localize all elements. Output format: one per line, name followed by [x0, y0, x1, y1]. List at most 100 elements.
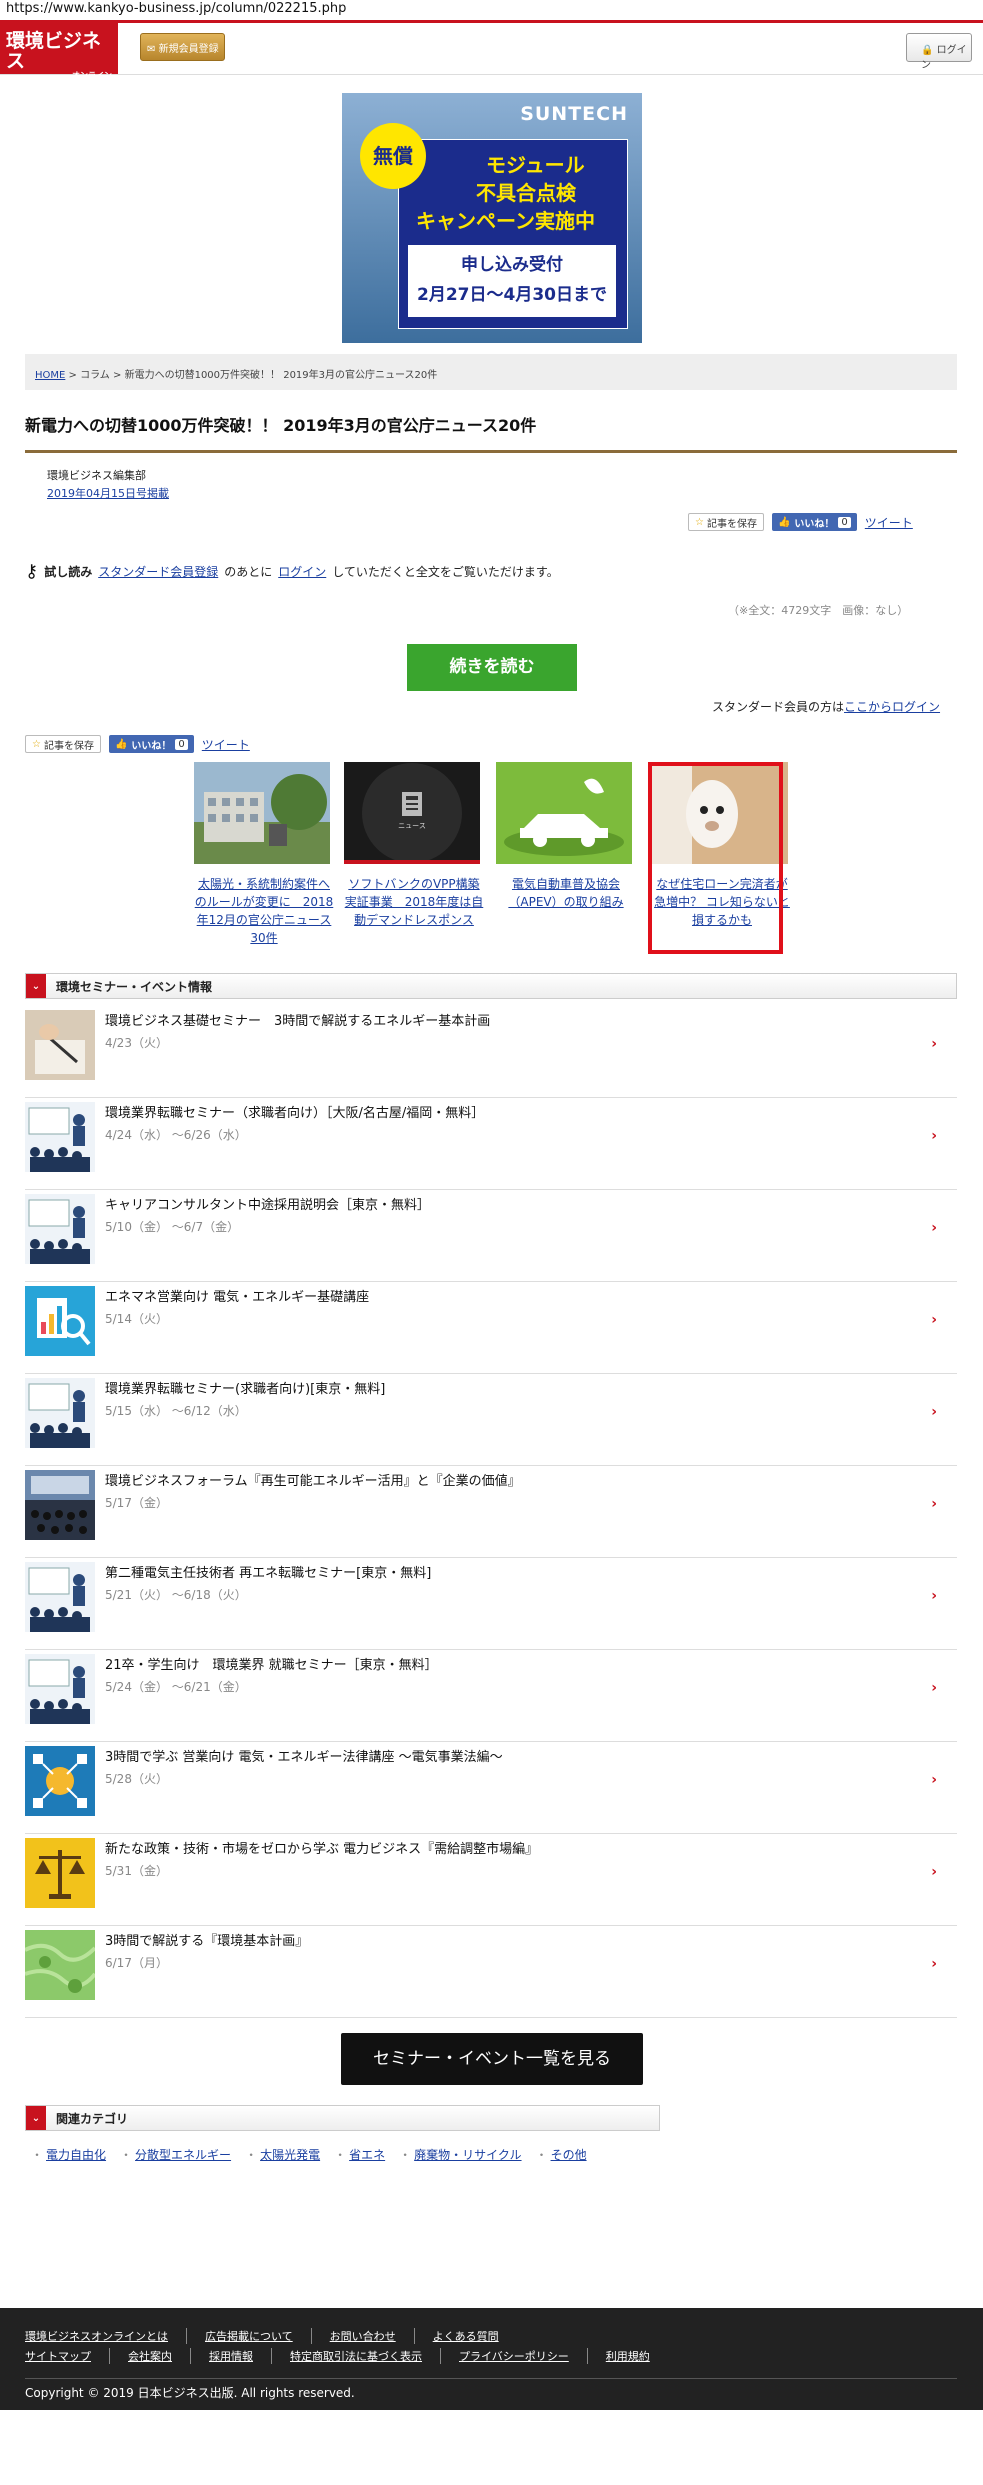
article-date[interactable]: 2019年04月15日号掲載: [47, 485, 169, 501]
list-item[interactable]: 3時間で学ぶ 営業向け 電気・エネルギー法律講座 ～電気事業法編～ 5/28（火…: [25, 1742, 957, 1834]
trial-read-notice: ⚷ 試し読み スタンダード会員登録 のあとに ログイン していただくと全文をご覧…: [25, 561, 559, 582]
svg-text:ニュース: ニュース: [398, 822, 426, 830]
trial-login-link[interactable]: ログイン: [278, 563, 326, 580]
related-article[interactable]: ニュース ソフトバンクのVPP構築実証事業 2018年度は自動デマンドレスポンス: [344, 762, 484, 929]
banner-apply-2: 2月27日～4月30日まで: [417, 285, 607, 305]
category-item: ・省エネ: [334, 2148, 386, 2162]
breadcrumb-sep: >: [68, 370, 77, 381]
list-item[interactable]: 環境業界転職セミナー(求職者向け)[東京・無料] 5/15（水） ～6/12（水…: [25, 1374, 957, 1466]
event-title[interactable]: キャリアコンサルタント中途採用説明会［東京・無料］: [105, 1194, 430, 1213]
breadcrumb-home[interactable]: HOME: [35, 370, 65, 381]
footer-link[interactable]: 広告掲載について: [186, 2328, 311, 2344]
footer-link[interactable]: プライバシーポリシー: [440, 2348, 587, 2364]
event-title[interactable]: 新たな政策・技術・市場をゼロから学ぶ 電力ビジネス『需給調整市場編』: [105, 1838, 538, 1857]
footer-link[interactable]: お問い合わせ: [310, 2328, 414, 2344]
related-article[interactable]: 太陽光・系統制約案件へのルールが変更に 2018年12月の官公庁ニュース30件: [194, 762, 334, 947]
related-caption[interactable]: 電気自動車普及協会（APEV）の取り組み: [496, 875, 636, 911]
social-bar-top: ☆ 記事を保存 👍 いいね！ 0 ツイート: [688, 512, 913, 532]
event-title[interactable]: 第二種電気主任技術者 再エネ転職セミナー[東京・無料]: [105, 1562, 431, 1581]
event-thumb-writing: [25, 1010, 95, 1080]
site-logo[interactable]: 環境ビジネス オンライン: [0, 23, 118, 80]
ad-banner[interactable]: SUNTECH 無償 モジュール 不具合点検 キャンペーン実施中 申し込み受付 …: [342, 93, 642, 343]
chevron-right-icon: ›: [931, 1312, 937, 1328]
site-footer: 環境ビジネスオンラインとは 広告掲載について お問い合わせ よくある質問 サイト…: [0, 2308, 983, 2410]
event-title[interactable]: エネマネ営業向け 電気・エネルギー基礎講座: [105, 1286, 369, 1305]
address-bar[interactable]: https://www.kankyo-business.jp/column/02…: [0, 0, 983, 20]
save-article-button[interactable]: ☆ 記事を保存: [688, 513, 764, 531]
related-caption[interactable]: 太陽光・系統制約案件へのルールが変更に 2018年12月の官公庁ニュース30件: [194, 875, 334, 947]
event-title[interactable]: 環境業界転職セミナー(求職者向け)[東京・無料]: [105, 1378, 385, 1397]
chevron-right-icon: ›: [931, 1956, 937, 1972]
category-link[interactable]: 省エネ: [349, 2148, 385, 2162]
list-item[interactable]: 21卒・学生向け 環境業界 就職セミナー［東京・無料］ 5/24（金） ～6/2…: [25, 1650, 957, 1742]
event-title[interactable]: 環境ビジネス基礎セミナー 3時間で解説するエネルギー基本計画: [105, 1010, 490, 1029]
banner-brand: SUNTECH: [520, 103, 628, 125]
list-item[interactable]: 環境ビジネス基礎セミナー 3時間で解説するエネルギー基本計画 4/23（火） ›: [25, 1006, 957, 1098]
tweet-link[interactable]: ツイート: [202, 736, 250, 753]
event-date: 5/31（金）: [105, 1864, 168, 1878]
std-login-link[interactable]: ここからログイン: [844, 700, 940, 714]
event-thumb-scale: [25, 1838, 95, 1908]
related-thumb-building: [194, 762, 330, 864]
event-title[interactable]: 環境ビジネスフォーラム『再生可能エネルギー活用』と『企業の価値』: [105, 1470, 521, 1489]
chevron-right-icon: ›: [931, 1404, 937, 1420]
login-button[interactable]: 🔒 ログイン: [906, 33, 972, 71]
tweet-link[interactable]: ツイート: [865, 514, 913, 531]
thumbs-up-icon: 👍: [777, 516, 791, 528]
register-button[interactable]: ✉ 新規会員登録: [140, 33, 225, 61]
category-link[interactable]: 廃棄物・リサイクル: [414, 2148, 521, 2162]
breadcrumb-sep: >: [113, 370, 122, 381]
footer-link[interactable]: 会社案内: [109, 2348, 190, 2364]
chevron-right-icon: ›: [931, 1588, 937, 1604]
event-date: 5/15（水） ～6/12（水）: [105, 1404, 247, 1418]
list-item[interactable]: 環境ビジネスフォーラム『再生可能エネルギー活用』と『企業の価値』 5/17（金）…: [25, 1466, 957, 1558]
event-thumb-seminar: [25, 1102, 95, 1172]
category-link[interactable]: 太陽光発電: [260, 2148, 320, 2162]
related-caption[interactable]: ソフトバンクのVPP構築実証事業 2018年度は自動デマンドレスポンス: [344, 875, 484, 929]
footer-link[interactable]: 利用規約: [586, 2348, 668, 2364]
category-item: ・分散型エネルギー: [120, 2148, 232, 2162]
footer-link[interactable]: サイトマップ: [25, 2348, 109, 2364]
star-icon: ☆: [695, 516, 704, 528]
facebook-like-button[interactable]: 👍 いいね！ 0: [771, 513, 857, 531]
event-title[interactable]: 環境業界転職セミナー（求職者向け）［大阪/名古屋/福岡・無料］: [105, 1102, 484, 1121]
banner-line-1: モジュール: [486, 153, 585, 177]
register-label: 新規会員登録: [158, 44, 219, 55]
word-count: （※全文：4729文字 画像：なし）: [728, 604, 909, 617]
chevron-right-icon: ›: [931, 1864, 937, 1880]
key-icon: ⚷: [25, 561, 39, 582]
list-item[interactable]: エネマネ営業向け 電気・エネルギー基礎講座 5/14（火） ›: [25, 1282, 957, 1374]
seminar-section-header: ⌄ 環境セミナー・イベント情報: [25, 973, 957, 999]
event-title[interactable]: 3時間で解説する『環境基本計画』: [105, 1930, 308, 1949]
event-title[interactable]: 3時間で学ぶ 営業向け 電気・エネルギー法律講座 ～電気事業法編～: [105, 1746, 503, 1765]
category-link[interactable]: その他: [551, 2148, 587, 2162]
event-thumb-seminar: [25, 1378, 95, 1448]
category-section-header: ⌄ 関連カテゴリ: [25, 2105, 660, 2131]
thumbs-up-icon: 👍: [114, 738, 128, 750]
save-article-button[interactable]: ☆ 記事を保存: [25, 735, 101, 753]
footer-link[interactable]: よくある質問: [413, 2328, 517, 2344]
related-article[interactable]: 電気自動車普及協会（APEV）の取り組み: [496, 762, 636, 911]
list-item[interactable]: 第二種電気主任技術者 再エネ転職セミナー[東京・無料] 5/21（火） ～6/1…: [25, 1558, 957, 1650]
all-seminars-button[interactable]: セミナー・イベント一覧を見る: [341, 2033, 643, 2085]
logo-sub: オンライン: [72, 71, 112, 80]
event-thumb-analytics: [25, 1286, 95, 1356]
category-link[interactable]: 電力自由化: [46, 2148, 106, 2162]
footer-link[interactable]: 採用情報: [190, 2348, 271, 2364]
footer-link[interactable]: 環境ビジネスオンラインとは: [25, 2328, 186, 2344]
star-icon: ☆: [32, 738, 41, 750]
event-date: 6/17（月）: [105, 1956, 168, 1970]
read-more-button[interactable]: 続きを読む: [407, 644, 577, 691]
footer-link[interactable]: 特定商取引法に基づく表示: [271, 2348, 440, 2364]
list-item[interactable]: 環境業界転職セミナー（求職者向け）［大阪/名古屋/福岡・無料］ 4/24（水） …: [25, 1098, 957, 1190]
category-link[interactable]: 分散型エネルギー: [135, 2148, 231, 2162]
event-date: 4/24（水） ～6/26（水）: [105, 1128, 247, 1142]
list-item[interactable]: 新たな政策・技術・市場をゼロから学ぶ 電力ビジネス『需給調整市場編』 5/31（…: [25, 1834, 957, 1926]
standard-register-link[interactable]: スタンダード会員登録: [98, 563, 218, 580]
seminar-list: 環境ビジネス基礎セミナー 3時間で解説するエネルギー基本計画 4/23（火） ›…: [25, 1006, 957, 2018]
list-item[interactable]: キャリアコンサルタント中途採用説明会［東京・無料］ 5/10（金） ～6/7（金…: [25, 1190, 957, 1282]
event-title[interactable]: 21卒・学生向け 環境業界 就職セミナー［東京・無料］: [105, 1654, 438, 1673]
breadcrumb-column[interactable]: コラム: [80, 370, 110, 381]
list-item[interactable]: 3時間で解説する『環境基本計画』 6/17（月） ›: [25, 1926, 957, 2018]
facebook-like-button[interactable]: 👍 いいね！ 0: [108, 735, 194, 753]
